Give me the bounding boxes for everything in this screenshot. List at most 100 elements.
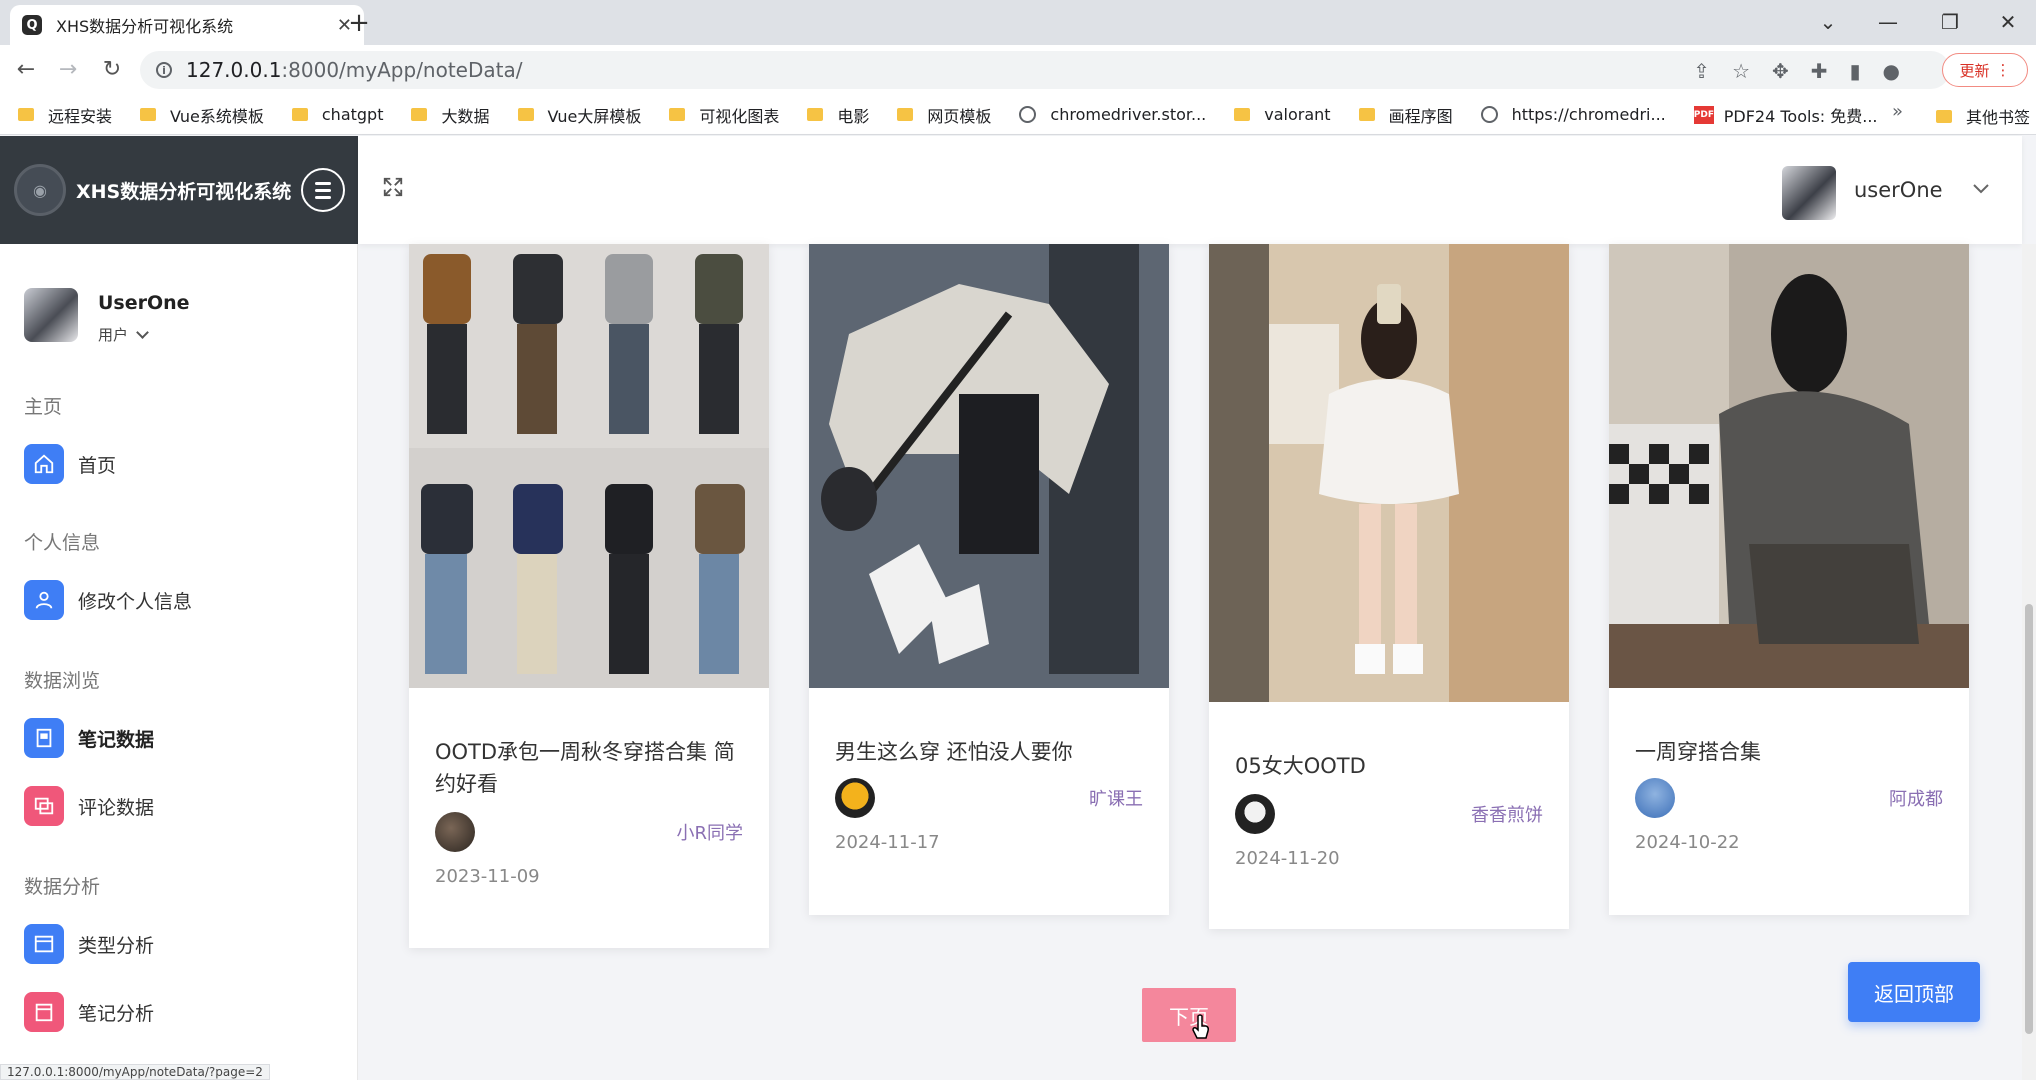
bookmark-star-icon[interactable]: ☆ (1732, 59, 1750, 83)
bookmark-item[interactable]: PDF PDF24 Tools: 免费... (1693, 103, 1878, 127)
bookmark-item[interactable]: 可视化图表 (669, 103, 779, 127)
restore-icon[interactable]: ❐ (1930, 6, 1970, 38)
url-input[interactable]: i 127.0.0.1:8000/myApp/noteData/ ⇪ ☆ ✥ ✚… (140, 51, 1950, 89)
author-name[interactable]: 阿成都 (1889, 785, 1943, 811)
chevron-down-icon[interactable] (1972, 182, 1990, 196)
note-title[interactable]: 05女大OOTD (1235, 750, 1543, 782)
sidebar-item-edit-profile[interactable]: 修改个人信息 (24, 580, 192, 620)
avatar[interactable] (435, 812, 475, 852)
bookmark-item[interactable]: chromedriver.stor... (1019, 105, 1206, 124)
extension-icon[interactable]: ✥ (1772, 59, 1789, 83)
tab-title: XHS数据分析可视化系统 (56, 17, 234, 36)
author-name[interactable]: 旷课王 (1089, 785, 1143, 811)
note-card[interactable]: 男生这么穿 还怕没人要你 旷课王 2024-11-17 (809, 244, 1169, 915)
folder-icon (18, 108, 34, 121)
address-bar-row: ← → ↻ i 127.0.0.1:8000/myApp/noteData/ ⇪… (0, 45, 2036, 95)
bookmarks-overflow-icon[interactable]: » (1892, 101, 1903, 122)
bookmark-item[interactable]: 远程安装 (18, 103, 112, 127)
folder-icon (1234, 108, 1251, 121)
tab-search-chevron-icon[interactable]: ⌄ (1808, 6, 1848, 38)
favicon-icon: Q (22, 15, 42, 35)
sidepanel-icon[interactable]: ▮ (1850, 59, 1861, 83)
user-name: UserOne (98, 292, 190, 314)
page-scrollbar[interactable] (2022, 244, 2036, 1080)
note-cover-image[interactable] (809, 244, 1169, 688)
avatar[interactable] (1235, 794, 1275, 834)
user-profile[interactable]: UserOne 用户 (24, 288, 190, 345)
note-title[interactable]: 男生这么穿 还怕没人要你 (835, 736, 1143, 768)
update-button[interactable]: 更新 ⋮ (1942, 53, 2028, 87)
note-cover-image[interactable] (409, 244, 769, 688)
sidebar-item-note-analysis[interactable]: 笔记分析 (24, 992, 154, 1032)
section-label-browse: 数据浏览 (24, 670, 101, 692)
note-title[interactable]: OOTD承包一周秋冬穿搭合集 简约好看 (435, 736, 743, 800)
sidebar-brand: ◉ XHS数据分析可视化系统 (0, 136, 358, 244)
bookmark-item[interactable]: Vue大屏模板 (517, 103, 641, 127)
forward-arrow-icon[interactable]: → (52, 55, 84, 85)
sidebar-item-note-data[interactable]: 笔记数据 (24, 718, 154, 758)
note-date: 2024-11-20 (1235, 848, 1340, 869)
author-row: 香香煎饼 (1235, 794, 1543, 834)
minimize-icon[interactable]: — (1868, 6, 1908, 38)
note-date: 2024-11-17 (835, 832, 940, 853)
folder-icon (291, 108, 308, 121)
bookmark-item[interactable]: 网页模板 (897, 103, 991, 127)
author-name[interactable]: 香香煎饼 (1471, 801, 1543, 827)
menu-toggle-icon[interactable] (301, 168, 346, 212)
author-row: 小R同学 (435, 812, 743, 852)
site-info-icon[interactable]: i (156, 62, 172, 78)
sidebar-item-type-analysis[interactable]: 类型分析 (24, 924, 154, 964)
section-label-profile: 个人信息 (24, 532, 101, 554)
note-cover-image[interactable] (1609, 244, 1969, 688)
scrollbar-thumb[interactable] (2025, 604, 2033, 1034)
browser-tab[interactable]: Q XHS数据分析可视化系统 ✕ (10, 5, 364, 45)
other-bookmarks[interactable]: 其他书签 (1936, 104, 2030, 128)
folder-icon (1358, 108, 1375, 121)
note-title[interactable]: 一周穿搭合集 (1635, 736, 1943, 768)
bookmark-item[interactable]: 电影 (807, 103, 869, 127)
sidebar: UserOne 用户 主页 首页 个人信息 修改个人信息 数据浏览 笔记数据 评… (0, 244, 358, 1080)
new-tab-icon[interactable]: + (344, 8, 374, 38)
header-username[interactable]: userOne (1854, 178, 1943, 202)
bookmark-item[interactable]: 画程序图 (1358, 103, 1453, 127)
note-card[interactable]: OOTD承包一周秋冬穿搭合集 简约好看 小R同学 2023-11-09 (409, 244, 769, 948)
folder-icon (807, 108, 824, 121)
bookmark-item[interactable]: Vue系统模板 (140, 103, 264, 127)
section-label-home: 主页 (24, 396, 63, 418)
author-row: 旷课王 (835, 778, 1143, 818)
folder-icon (411, 108, 428, 121)
back-arrow-icon[interactable]: ← (10, 55, 42, 85)
avatar[interactable] (1635, 778, 1675, 818)
url-text: 127.0.0.1:8000/myApp/noteData/ (186, 58, 523, 82)
folder-icon (517, 108, 534, 121)
card-body: 05女大OOTD 香香煎饼 2024-11-20 (1209, 750, 1569, 869)
avatar[interactable] (1782, 166, 1836, 220)
logo-icon: ◉ (14, 164, 66, 216)
bookmark-item[interactable]: https://chromedri... (1480, 105, 1666, 124)
card-body: OOTD承包一周秋冬穿搭合集 简约好看 小R同学 2023-11-09 (409, 736, 769, 887)
reload-icon[interactable]: ↻ (96, 55, 128, 85)
bookmark-item[interactable]: 大数据 (411, 103, 490, 127)
note-icon (24, 718, 64, 758)
section-label-analysis: 数据分析 (24, 876, 101, 898)
close-window-icon[interactable]: ✕ (1988, 6, 2028, 38)
note-card[interactable]: 一周穿搭合集 阿成都 2024-10-22 (1609, 244, 1969, 915)
home-icon (24, 444, 64, 484)
puzzle-icon[interactable]: ✚ (1811, 59, 1828, 83)
back-to-top-button[interactable]: 返回顶部 (1848, 962, 1980, 1022)
profile-icon[interactable]: ● (1883, 59, 1900, 83)
user-role-dropdown[interactable]: 用户 (98, 324, 190, 345)
next-page-button[interactable]: 下页 (1142, 988, 1236, 1042)
avatar[interactable] (835, 778, 875, 818)
folder-icon (140, 108, 157, 121)
author-name[interactable]: 小R同学 (676, 819, 743, 845)
note-cover-image[interactable] (1209, 244, 1569, 702)
sidebar-item-comment-data[interactable]: 评论数据 (24, 786, 154, 826)
fullscreen-icon[interactable] (382, 176, 404, 198)
bookmark-item[interactable]: valorant (1234, 105, 1331, 124)
note-card[interactable]: 05女大OOTD 香香煎饼 2024-11-20 (1209, 244, 1569, 929)
share-icon[interactable]: ⇪ (1693, 59, 1710, 83)
sidebar-item-home[interactable]: 首页 (24, 444, 116, 484)
bookmark-item[interactable]: chatgpt (291, 105, 383, 124)
note-date: 2024-10-22 (1635, 832, 1740, 853)
